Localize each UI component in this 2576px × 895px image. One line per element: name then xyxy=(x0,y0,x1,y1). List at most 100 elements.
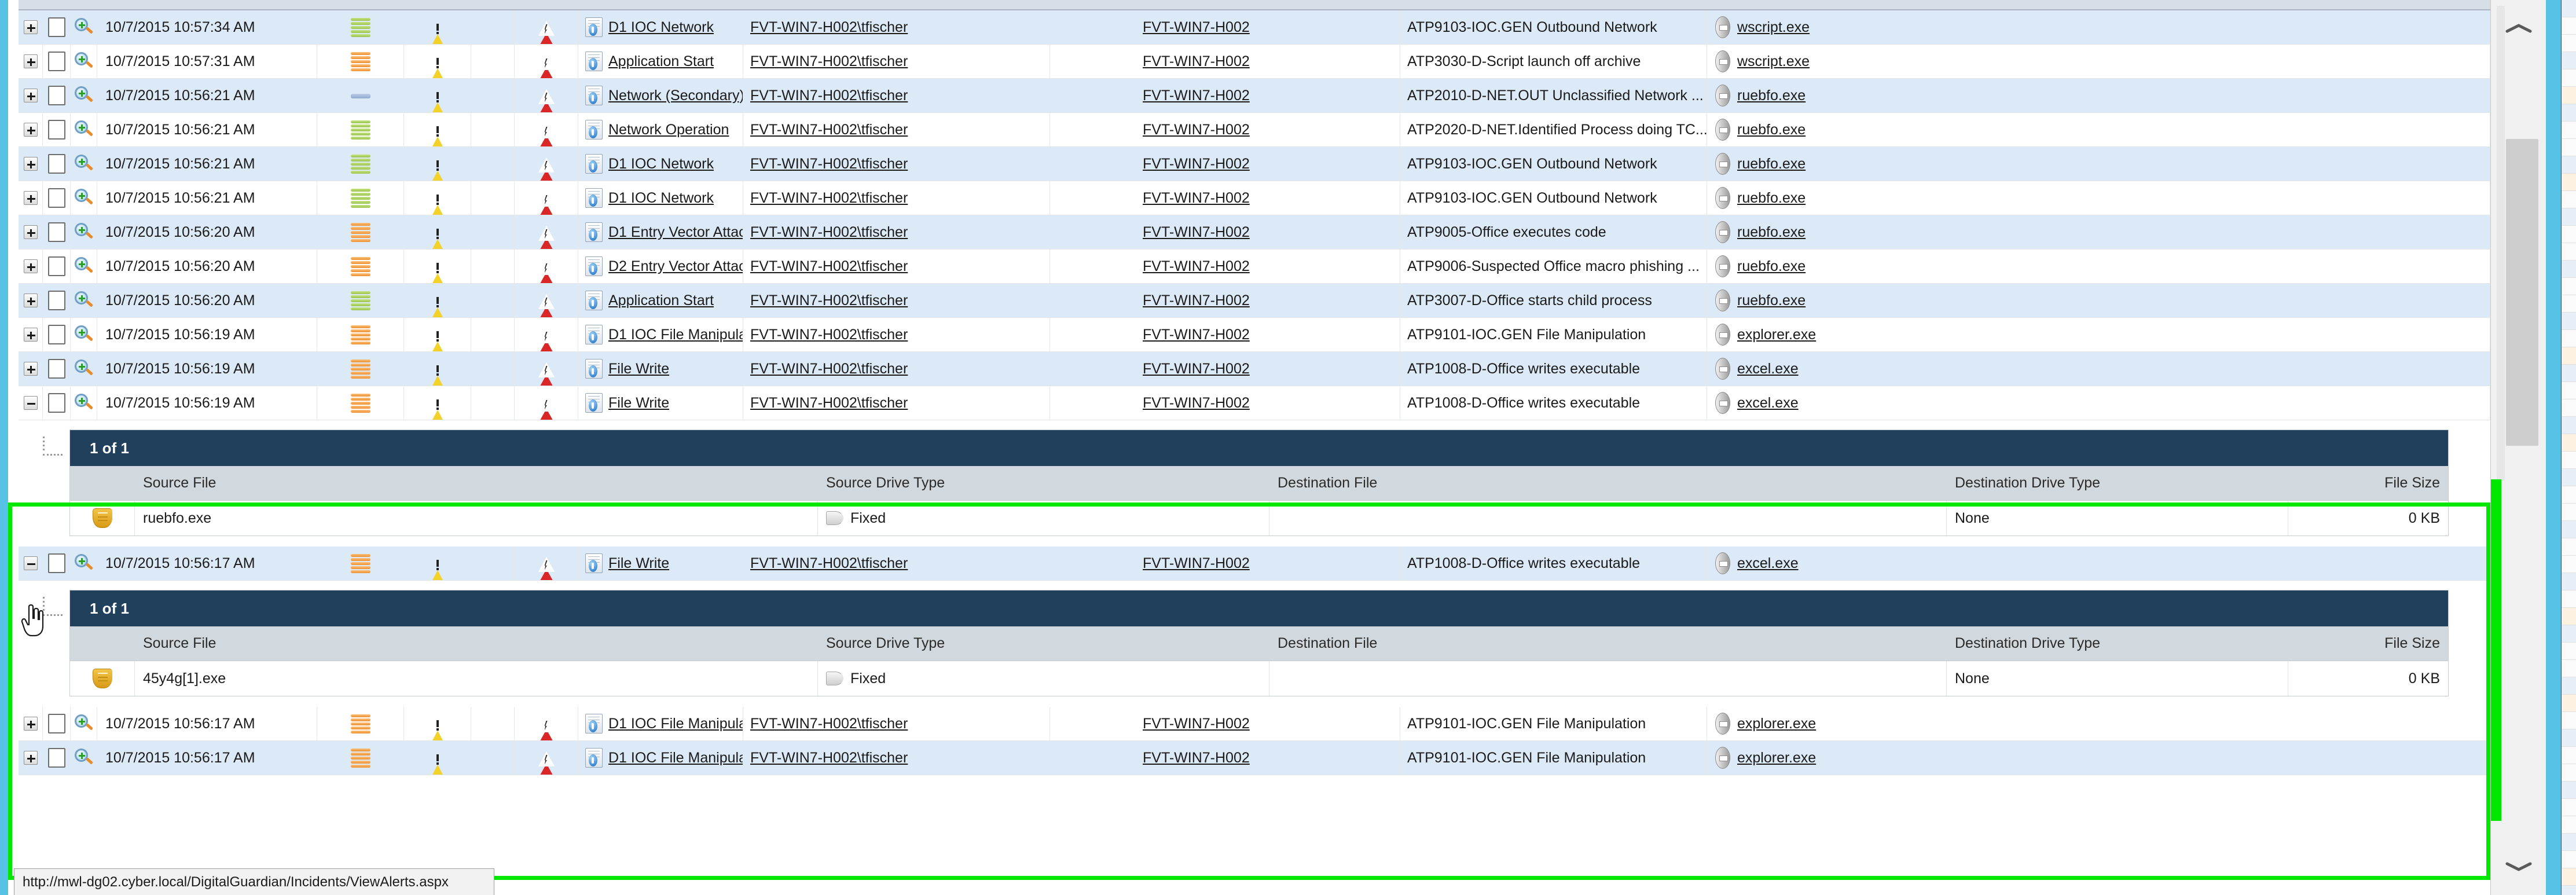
column-header-destination-file[interactable]: Destination File xyxy=(1269,466,1947,500)
row-checkbox-cell[interactable] xyxy=(43,546,71,580)
user-link[interactable]: FVT-WIN7-H002\tfischer xyxy=(750,190,908,207)
table-row[interactable]: 10/7/2015 10:56:21 AM D1 IOC Network FVT-W… xyxy=(19,181,2490,215)
expand-row-icon[interactable] xyxy=(23,54,38,68)
zoom-in-magnifier-icon[interactable] xyxy=(74,291,94,310)
alert-name-link[interactable]: File Write xyxy=(608,361,669,377)
user-cell[interactable]: FVT-WIN7-H002\tfischer xyxy=(743,284,1050,317)
table-row[interactable]: 10/7/2015 10:57:31 AM Application Start FV… xyxy=(19,45,2490,79)
row-inspect-cell[interactable] xyxy=(71,318,97,351)
column-header-source-drive-type[interactable]: Source Drive Type xyxy=(818,466,1269,500)
process-cell[interactable]: ruebfo.exe xyxy=(1707,79,2490,112)
process-cell[interactable]: ruebfo.exe xyxy=(1707,147,2490,181)
user-cell[interactable]: FVT-WIN7-H002\tfischer xyxy=(743,79,1050,112)
scrollbar-track[interactable] xyxy=(2497,6,2505,480)
zoom-in-magnifier-icon[interactable] xyxy=(74,188,94,208)
row-checkbox-cell[interactable] xyxy=(43,147,71,181)
row-select-checkbox[interactable] xyxy=(47,553,65,573)
user-link[interactable]: FVT-WIN7-H002\tfischer xyxy=(750,327,908,343)
table-row[interactable]: 10/7/2015 10:56:19 AM File Write FVT-WIN7-… xyxy=(19,352,2490,386)
computer-cell[interactable]: FVT-WIN7-H002 xyxy=(1143,79,1400,112)
detail-row-icon-cell[interactable] xyxy=(70,661,135,696)
alert-name-link[interactable]: Network Operation xyxy=(608,122,729,138)
computer-link[interactable]: FVT-WIN7-H002 xyxy=(1143,87,1250,104)
process-cell[interactable]: excel.exe xyxy=(1707,352,2490,386)
expand-row-icon[interactable] xyxy=(23,328,38,342)
zoom-in-magnifier-icon[interactable] xyxy=(74,325,94,344)
user-cell[interactable]: FVT-WIN7-H002\tfischer xyxy=(743,10,1050,44)
computer-link[interactable]: FVT-WIN7-H002 xyxy=(1143,190,1250,207)
computer-link[interactable]: FVT-WIN7-H002 xyxy=(1143,156,1250,173)
table-row[interactable]: 10/7/2015 10:56:20 AM D2 Entry Vector Att… xyxy=(19,250,2490,284)
user-link[interactable]: FVT-WIN7-H002\tfischer xyxy=(750,361,908,377)
detail-icon-col-header[interactable] xyxy=(70,466,135,500)
detail-table-row[interactable]: ruebfo.exe Fixed None 0 KB xyxy=(70,501,2448,535)
user-cell[interactable]: FVT-WIN7-H002\tfischer xyxy=(743,741,1050,775)
row-checkbox-cell[interactable] xyxy=(43,352,71,386)
expand-row-icon[interactable] xyxy=(23,123,38,137)
process-link[interactable]: ruebfo.exe xyxy=(1737,190,1806,207)
table-row[interactable]: 10/7/2015 10:56:20 AM Application Start FV… xyxy=(19,284,2490,318)
row-checkbox-cell[interactable] xyxy=(43,741,71,775)
user-link[interactable]: FVT-WIN7-H002\tfischer xyxy=(750,258,908,275)
process-link[interactable]: ruebfo.exe xyxy=(1737,156,1806,173)
computer-link[interactable]: FVT-WIN7-H002 xyxy=(1143,361,1250,377)
row-select-checkbox[interactable] xyxy=(47,52,65,71)
computer-link[interactable]: FVT-WIN7-H002 xyxy=(1143,750,1250,766)
file-detail-shield-icon[interactable] xyxy=(92,669,112,688)
computer-link[interactable]: FVT-WIN7-H002 xyxy=(1143,224,1250,241)
process-cell[interactable]: ruebfo.exe xyxy=(1707,181,2490,215)
alert-name-link[interactable]: File Write xyxy=(608,395,669,412)
process-cell[interactable]: excel.exe xyxy=(1707,386,2490,420)
computer-link[interactable]: FVT-WIN7-H002 xyxy=(1143,555,1250,572)
zoom-in-magnifier-icon[interactable] xyxy=(74,120,94,140)
column-header-destination-drive-type[interactable]: Destination Drive Type xyxy=(1947,626,2288,661)
row-select-checkbox[interactable] xyxy=(47,748,65,768)
zoom-in-magnifier-icon[interactable] xyxy=(74,222,94,242)
column-header-destination-file[interactable]: Destination File xyxy=(1269,626,1947,661)
user-cell[interactable]: FVT-WIN7-H002\tfischer xyxy=(743,147,1050,181)
user-link[interactable]: FVT-WIN7-H002\tfischer xyxy=(750,750,908,766)
row-inspect-cell[interactable] xyxy=(71,741,97,775)
row-expander-cell[interactable] xyxy=(19,284,43,317)
process-cell[interactable]: explorer.exe xyxy=(1707,318,2490,351)
row-checkbox-cell[interactable] xyxy=(43,250,71,283)
process-cell[interactable]: ruebfo.exe xyxy=(1707,113,2490,146)
table-row[interactable]: 10/7/2015 10:56:20 AM D1 Entry Vector Att… xyxy=(19,215,2490,250)
table-row[interactable]: 10/7/2015 10:56:17 AM D1 IOC File Manipul… xyxy=(19,741,2490,775)
expand-row-icon[interactable] xyxy=(23,717,38,731)
user-link[interactable]: FVT-WIN7-H002\tfischer xyxy=(750,224,908,241)
row-inspect-cell[interactable] xyxy=(71,352,97,386)
user-cell[interactable]: FVT-WIN7-H002\tfischer xyxy=(743,707,1050,740)
row-expander-cell[interactable] xyxy=(19,352,43,386)
process-cell[interactable]: excel.exe xyxy=(1707,546,2490,580)
row-inspect-cell[interactable] xyxy=(71,45,97,78)
zoom-in-magnifier-icon[interactable] xyxy=(74,154,94,174)
column-header-source-drive-type[interactable]: Source Drive Type xyxy=(818,626,1269,661)
user-cell[interactable]: FVT-WIN7-H002\tfischer xyxy=(743,113,1050,146)
zoom-in-magnifier-icon[interactable] xyxy=(74,256,94,276)
zoom-in-magnifier-icon[interactable] xyxy=(74,714,94,733)
user-link[interactable]: FVT-WIN7-H002\tfischer xyxy=(750,716,908,732)
alert-name-cell[interactable]: Application Start xyxy=(578,45,743,78)
computer-cell[interactable]: FVT-WIN7-H002 xyxy=(1143,113,1400,146)
process-link[interactable]: excel.exe xyxy=(1737,361,1799,377)
alert-name-cell[interactable]: D1 Entry Vector Attack xyxy=(578,215,743,249)
collapse-row-icon[interactable] xyxy=(23,396,38,410)
row-inspect-cell[interactable] xyxy=(71,546,97,580)
process-link[interactable]: explorer.exe xyxy=(1737,716,1816,732)
row-checkbox-cell[interactable] xyxy=(43,79,71,112)
row-select-checkbox[interactable] xyxy=(47,393,65,413)
scrollbar-thumb[interactable] xyxy=(2506,139,2538,446)
column-header-file-size[interactable]: File Size xyxy=(2288,626,2448,661)
expand-row-icon[interactable] xyxy=(23,20,38,34)
user-cell[interactable]: FVT-WIN7-H002\tfischer xyxy=(743,45,1050,78)
process-cell[interactable]: explorer.exe xyxy=(1707,741,2490,775)
computer-link[interactable]: FVT-WIN7-H002 xyxy=(1143,716,1250,732)
alert-name-cell[interactable]: File Write xyxy=(578,352,743,386)
process-link[interactable]: excel.exe xyxy=(1737,395,1799,412)
row-expander-cell[interactable] xyxy=(19,215,43,249)
row-select-checkbox[interactable] xyxy=(47,17,65,37)
alert-name-cell[interactable]: Network (Secondary) xyxy=(578,79,743,112)
expand-row-icon[interactable] xyxy=(23,157,38,171)
user-link[interactable]: FVT-WIN7-H002\tfischer xyxy=(750,122,908,138)
